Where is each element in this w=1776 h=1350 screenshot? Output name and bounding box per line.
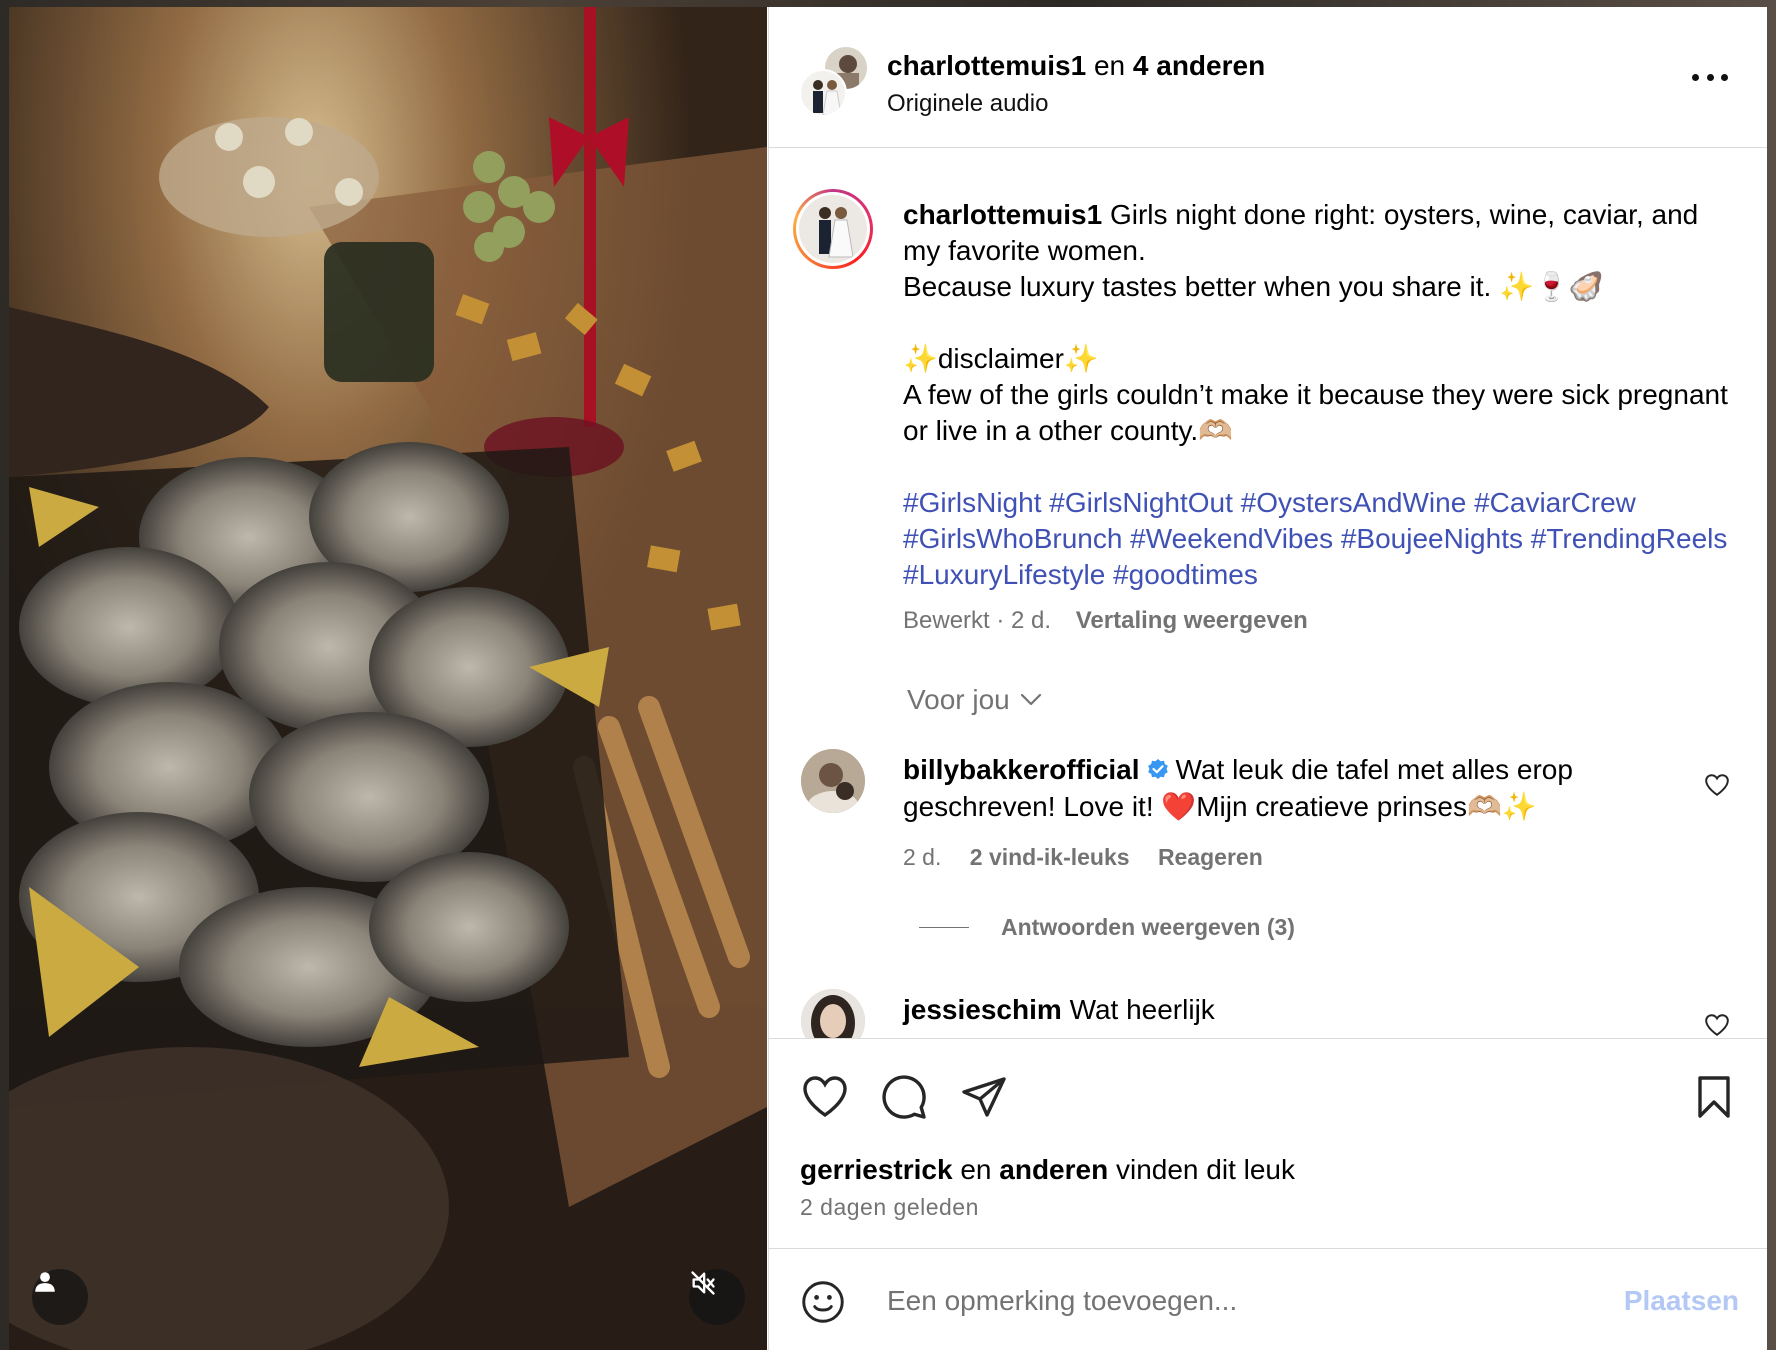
caption-text: ✨disclaimer✨ <box>903 343 1099 374</box>
translate-link[interactable]: Vertaling weergeven <box>1076 607 1308 634</box>
post-header: charlottemuis1 en 4 anderen Originele au… <box>769 7 1767 148</box>
dot <box>1706 73 1714 81</box>
avatar <box>799 69 847 117</box>
comment-body: billybakkerofficial Wat leuk die tafel me… <box>903 751 1663 825</box>
add-comment-bar: Plaatsen <box>769 1248 1767 1350</box>
avatar[interactable] <box>801 749 865 813</box>
view-replies-label: Antwoorden weergeven (3) <box>1001 914 1295 940</box>
verified-badge-icon <box>1147 759 1168 779</box>
tagged-users-button[interactable] <box>32 1269 88 1325</box>
comments-scroll-area[interactable]: charlottemuis1 Girls night done right: o… <box>769 149 1767 1038</box>
likes-summary: gerriestrick en anderen vinden dit leuk <box>800 1154 1295 1186</box>
video-frame-image <box>9 7 767 1350</box>
caption-text: A few of the girls couldn’t make it beca… <box>903 379 1728 446</box>
post-side-panel: charlottemuis1 en 4 anderen Originele au… <box>768 7 1767 1350</box>
more-options-button[interactable] <box>1692 70 1728 84</box>
caption-avatar[interactable] <box>793 189 873 269</box>
liker-username-link[interactable]: gerriestrick <box>800 1154 953 1185</box>
comment-body: jessieschim Wat heerlijk <box>903 991 1663 1028</box>
view-replies-button[interactable]: Antwoorden weergeven (3) <box>919 914 1295 941</box>
comment-filter-dropdown[interactable]: Voor jou <box>907 684 1042 716</box>
speaker-muted-icon <box>691 1271 715 1295</box>
comment-text: Wat heerlijk <box>1069 994 1215 1025</box>
author-username-link[interactable]: charlottemuis1 <box>887 50 1086 81</box>
avatar <box>799 195 867 263</box>
post-actions: gerriestrick en anderen vinden dit leuk … <box>769 1038 1767 1248</box>
post-modal: charlottemuis1 en 4 anderen Originele au… <box>9 7 1767 1350</box>
dot <box>1721 73 1728 81</box>
comment-likes-link[interactable]: 2 vind-ik-leuks <box>970 844 1130 870</box>
likes-joiner: en <box>960 1154 992 1185</box>
mute-toggle-button[interactable] <box>689 1269 745 1325</box>
comment-reply-button[interactable]: Reageren <box>1158 844 1263 870</box>
post-comment-button[interactable]: Plaatsen <box>1624 1285 1739 1317</box>
caption-meta: Bewerkt · 2 d. Vertaling weergeven <box>903 607 1308 635</box>
edited-label: Bewerkt · 2 d. <box>903 607 1052 634</box>
comment-bubble-icon[interactable] <box>880 1073 928 1121</box>
likers-others-link[interactable]: anderen <box>999 1154 1108 1185</box>
audio-link[interactable]: Originele audio <box>887 90 1048 118</box>
avatar[interactable] <box>801 989 865 1038</box>
comment-input[interactable] <box>887 1279 1527 1323</box>
caption-text: Because luxury tastes better when you sh… <box>903 271 1604 302</box>
emoji-smiley-icon[interactable] <box>801 1280 845 1324</box>
comment-like-heart-icon[interactable] <box>1704 1013 1730 1037</box>
like-heart-icon[interactable] <box>801 1073 849 1121</box>
caption-username-link[interactable]: charlottemuis1 <box>903 199 1102 230</box>
post-video[interactable] <box>9 7 767 1350</box>
filter-label: Voor jou <box>907 684 1010 715</box>
person-icon <box>35 1272 55 1292</box>
comment-username-link[interactable]: jessieschim <box>903 994 1062 1025</box>
avatar-ring <box>796 192 870 266</box>
authors-joiner: en <box>1093 50 1126 81</box>
comment-age: 2 d. <box>903 844 942 870</box>
likes-suffix: vinden dit leuk <box>1115 1154 1295 1185</box>
divider <box>919 927 969 928</box>
comment-meta: 2 d. 2 vind-ik-leuks Reageren <box>903 844 1285 871</box>
post-caption: charlottemuis1 Girls night done right: o… <box>903 197 1733 593</box>
share-paper-plane-icon[interactable] <box>960 1073 1008 1121</box>
dot <box>1692 73 1699 81</box>
comment-like-heart-icon[interactable] <box>1704 773 1730 797</box>
post-authors: charlottemuis1 en 4 anderen <box>887 50 1265 82</box>
bookmark-icon[interactable] <box>1690 1073 1738 1121</box>
comment-username-link[interactable]: billybakkerofficial <box>903 754 1140 785</box>
coauthor-avatars[interactable] <box>799 45 869 117</box>
caption-hashtags[interactable]: #GirlsNight #GirlsNightOut #OystersAndWi… <box>903 485 1733 593</box>
post-date[interactable]: 2 dagen geleden <box>800 1194 979 1221</box>
coauthors-link[interactable]: 4 anderen <box>1133 50 1265 81</box>
chevron-down-icon <box>1020 693 1041 706</box>
